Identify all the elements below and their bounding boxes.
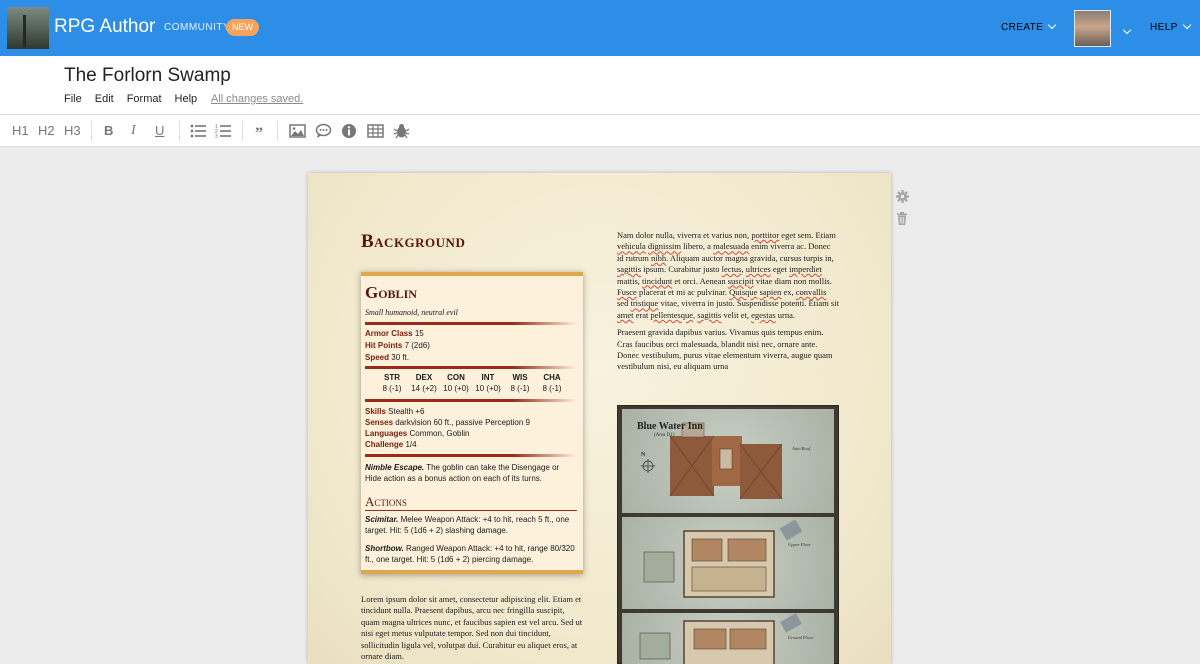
toolbar-divider bbox=[242, 121, 243, 141]
menu-file[interactable]: File bbox=[64, 93, 82, 105]
statblock-divider bbox=[365, 399, 577, 402]
heading1-button[interactable]: H1 bbox=[12, 123, 29, 138]
skills-line: Skills Stealth +6 bbox=[365, 407, 425, 416]
quote-icon[interactable]: ” bbox=[253, 123, 270, 139]
action-shortbow: Shortbow. Ranged Weapon Attack: +4 to hi… bbox=[365, 544, 575, 564]
heading3-button[interactable]: H3 bbox=[64, 123, 81, 138]
help-menu[interactable]: HELP bbox=[1150, 20, 1191, 33]
actions-divider bbox=[365, 510, 577, 511]
monster-statblock[interactable]: Goblin Small humanoid, neutral evil Armo… bbox=[361, 272, 583, 574]
bold-button[interactable]: B bbox=[104, 123, 113, 138]
trait-nimble-escape: Nimble Escape. The goblin can take the D… bbox=[365, 463, 560, 483]
compass-north: N bbox=[641, 452, 646, 458]
senses-line: Senses darkvision 60 ft., passive Percep… bbox=[365, 418, 531, 427]
svg-text:3: 3 bbox=[215, 134, 218, 139]
map-title: Blue Water Inn bbox=[637, 421, 703, 432]
speed-line: Speed 30 ft. bbox=[365, 353, 410, 362]
trash-icon[interactable] bbox=[896, 212, 908, 225]
image-icon[interactable] bbox=[289, 123, 306, 139]
menu-edit[interactable]: Edit bbox=[95, 93, 114, 105]
create-menu[interactable]: CREATE bbox=[1001, 20, 1057, 33]
numbered-list-icon[interactable]: 123 bbox=[215, 123, 232, 139]
community-link[interactable]: COMMUNITY bbox=[164, 22, 230, 33]
chevron-down-icon bbox=[1047, 20, 1057, 30]
statblock-divider bbox=[365, 454, 577, 457]
section-heading[interactable]: Background bbox=[361, 231, 465, 253]
chevron-down-icon[interactable] bbox=[1118, 22, 1132, 40]
monster-name: Goblin bbox=[365, 283, 417, 302]
toolbar-divider bbox=[179, 121, 180, 141]
map-label-upper: Upper Floor bbox=[788, 542, 811, 547]
bug-icon[interactable] bbox=[393, 123, 410, 139]
new-badge: NEW bbox=[226, 19, 259, 36]
info-icon[interactable] bbox=[341, 123, 358, 139]
heading2-button[interactable]: H2 bbox=[38, 123, 55, 138]
toolbar-divider bbox=[277, 121, 278, 141]
action-scimitar: Scimitar. Melee Weapon Attack: +4 to hit… bbox=[365, 515, 570, 535]
map-label-ground: Ground Floor bbox=[788, 635, 814, 640]
avatar[interactable] bbox=[1074, 10, 1111, 47]
map-label-roof: Attic/Roof bbox=[792, 446, 811, 451]
bullet-list-icon[interactable] bbox=[190, 123, 207, 139]
actions-heading: Actions bbox=[365, 494, 407, 509]
languages-line: Languages Common, Goblin bbox=[365, 429, 470, 438]
underline-button[interactable]: U bbox=[155, 123, 164, 138]
monster-type: Small humanoid, neutral evil bbox=[365, 308, 458, 317]
menu-bar: File Edit Format Help bbox=[64, 93, 210, 105]
svg-text:”: ” bbox=[255, 125, 263, 139]
body-paragraph[interactable]: Praesent gravida dapibus varius. Vivamus… bbox=[617, 327, 839, 373]
body-paragraph[interactable]: Lorem ipsum dolor sit amet, consectetur … bbox=[361, 594, 583, 662]
ability-scores: STR DEX CON INT WIS CHA 8 (-1) 14 (+2) 10 (+0) 1… bbox=[382, 373, 562, 393]
create-label: CREATE bbox=[1001, 22, 1044, 33]
map-image[interactable]: Blue Water Inn (Area D1) Attic/Roof N Up… bbox=[617, 405, 839, 664]
table-icon[interactable] bbox=[367, 123, 384, 139]
hit-points-line: Hit Points 7 (2d6) bbox=[365, 341, 430, 350]
toolbar-divider bbox=[91, 121, 92, 141]
menu-help[interactable]: Help bbox=[175, 93, 198, 105]
help-label: HELP bbox=[1150, 22, 1178, 33]
right-column-text[interactable]: Nam dolor nulla, viverra et varius non, … bbox=[617, 230, 839, 373]
document-title[interactable]: The Forlorn Swamp bbox=[64, 65, 231, 87]
map-panel-upper bbox=[622, 517, 834, 609]
document-thumbnail[interactable] bbox=[7, 7, 49, 49]
challenge-line: Challenge 1/4 bbox=[365, 440, 417, 449]
map-subtitle: (Area D1) bbox=[654, 433, 675, 438]
statblock-divider bbox=[365, 322, 577, 325]
menu-format[interactable]: Format bbox=[127, 93, 162, 105]
brand-name[interactable]: RPG Author bbox=[54, 16, 155, 38]
save-status[interactable]: All changes saved. bbox=[211, 93, 303, 105]
italic-button[interactable]: I bbox=[131, 123, 136, 139]
gear-icon[interactable] bbox=[896, 190, 909, 203]
chevron-down-icon bbox=[1182, 20, 1191, 30]
armor-class-line: Armor Class 15 bbox=[365, 329, 424, 338]
body-paragraph[interactable]: Nam dolor nulla, viverra et varius non, … bbox=[617, 230, 839, 321]
comment-icon[interactable] bbox=[315, 123, 332, 139]
statblock-divider bbox=[365, 366, 577, 369]
formatting-toolbar bbox=[0, 115, 1200, 147]
